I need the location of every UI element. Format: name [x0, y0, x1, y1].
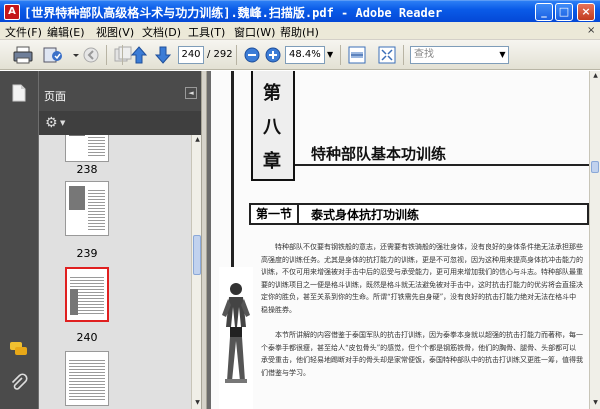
scroll-thumb[interactable] [193, 235, 201, 275]
options-caret-icon[interactable]: ▼ [60, 119, 65, 127]
chapter-box: 第 八 章 [251, 71, 295, 181]
chapter-char: 八 [263, 117, 281, 138]
thumbnail-label: 240 [76, 331, 98, 344]
zoom-out-icon[interactable] [241, 44, 263, 66]
collapse-panel-button[interactable]: ◄ [185, 87, 197, 99]
body-paragraph: 特种部队不仅要有钢铁般的意志，还需要有铁骑般的强壮身体，没有良好的身体条件绝无法… [261, 243, 583, 314]
chapter-char: 第 [263, 83, 281, 104]
menu-edit[interactable]: 编辑(E) [47, 24, 85, 40]
page-thumbnail-240[interactable] [65, 267, 109, 322]
chapter-title: 特种部队基本功训练 [311, 145, 447, 163]
menu-file[interactable]: 文件(F) [5, 24, 42, 40]
print-icon[interactable] [12, 44, 34, 66]
pages-panel-title: 页面 [44, 90, 66, 103]
thumbnail-label: 238 [76, 163, 98, 176]
pages-icon[interactable] [9, 83, 29, 103]
scroll-up-icon[interactable]: ▲ [591, 71, 600, 81]
back-icon[interactable] [80, 44, 102, 66]
toolbar: 240 / 292 48.4% ▼ 查找 ▼ [0, 40, 600, 70]
gear-icon[interactable]: ⚙ [45, 115, 58, 131]
navigation-strip [0, 71, 38, 409]
close-document-icon[interactable]: × [587, 25, 595, 36]
pages-panel: 页面 ◄ ⚙ ▼ 238 239 240 ▲ ▼ [38, 71, 202, 409]
menu-tools[interactable]: 工具(T) [188, 24, 225, 40]
menu-window[interactable]: 窗口(W) [234, 24, 275, 40]
document-page: 第 八 章 特种部队基本功训练 第一节 泰式身体抗打功训练 特种部队不仅要有钢铁… [211, 71, 589, 409]
page-thumbnail-241[interactable] [65, 351, 109, 406]
collaborate-dropdown-icon[interactable] [65, 44, 79, 66]
previous-page-icon[interactable] [128, 44, 150, 66]
next-page-icon[interactable] [152, 44, 174, 66]
menu-document[interactable]: 文档(D) [142, 24, 181, 40]
window-title: [世界特种部队高级格斗术与功力训练].魏峰.扫描版.pdf - Adobe Re… [24, 6, 443, 20]
toolbar-separator [403, 45, 404, 65]
adobe-reader-icon[interactable]: A [4, 4, 20, 20]
chapter-char: 章 [263, 151, 281, 172]
chapter-underline [295, 164, 589, 166]
section-number: 第一节 [251, 205, 299, 223]
martial-artist-illustration [219, 267, 253, 409]
section-heading: 第一节 泰式身体抗打功训练 [249, 203, 589, 225]
zoom-input[interactable]: 48.4% [285, 46, 325, 64]
menu-bar: 文件(F) 编辑(E) 视图(V) 文档(D) 工具(T) 窗口(W) 帮助(H… [0, 22, 600, 40]
full-screen-icon[interactable] [376, 44, 398, 66]
page-number-input[interactable]: 240 [178, 46, 204, 64]
menu-help[interactable]: 帮助(H) [280, 24, 319, 40]
document-view[interactable]: 第 八 章 特种部队基本功训练 第一节 泰式身体抗打功训练 特种部队不仅要有钢铁… [207, 71, 600, 409]
toolbar-separator [340, 45, 341, 65]
thumbnail-label: 239 [76, 247, 98, 260]
toolbar-separator [106, 45, 107, 65]
comments-icon[interactable] [9, 339, 29, 359]
minimize-button[interactable]: _ [535, 3, 553, 21]
page-thumbnail-238[interactable] [65, 135, 109, 162]
search-dropdown-icon[interactable]: ▼ [497, 46, 509, 64]
zoom-in-icon[interactable] [262, 44, 284, 66]
toolbar-separator [236, 45, 237, 65]
body-paragraph: 本节所讲解的内容借鉴于泰国军队的抗击打训练，因为泰拳本身就以超强的抗击打能力而著… [261, 331, 583, 377]
page-total: / 292 [207, 49, 233, 60]
fit-width-icon[interactable] [346, 44, 368, 66]
panel-options[interactable]: ⚙ ▼ [39, 111, 202, 135]
scroll-down-icon[interactable]: ▼ [591, 398, 600, 408]
title-bar: A [世界特种部队高级格斗术与功力训练].魏峰.扫描版.pdf - Adobe … [0, 0, 600, 22]
menu-view[interactable]: 视图(V) [96, 24, 134, 40]
attachments-icon[interactable] [9, 373, 29, 393]
document-scrollbar[interactable]: ▲ ▼ [589, 71, 600, 409]
search-input[interactable]: 查找 [410, 46, 500, 64]
section-title: 泰式身体抗打功训练 [311, 208, 420, 222]
thumbnail-list[interactable]: 238 239 240 [39, 135, 191, 409]
pages-panel-header: 页面 ◄ [39, 71, 202, 111]
toolbar-separator [122, 45, 123, 65]
collaborate-icon[interactable] [42, 44, 64, 66]
maximize-button[interactable]: □ [555, 3, 573, 21]
page-thumbnail-239[interactable] [65, 181, 109, 236]
scroll-thumb[interactable] [591, 161, 599, 173]
zoom-dropdown-icon[interactable]: ▼ [327, 50, 333, 59]
close-button[interactable]: × [577, 3, 595, 21]
